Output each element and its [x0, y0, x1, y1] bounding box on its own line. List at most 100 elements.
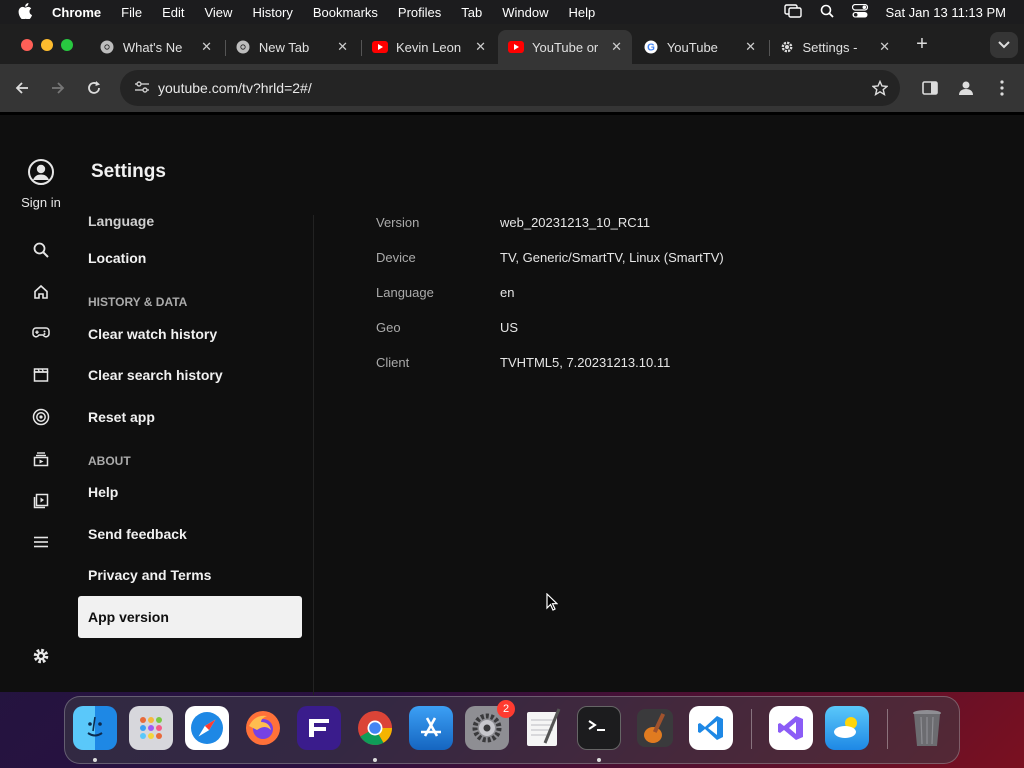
finder-icon[interactable] — [73, 706, 117, 750]
fenix-app-icon[interactable] — [297, 706, 341, 750]
info-row-client: Client TVHTML5, 7.20231213.10.11 — [376, 355, 670, 375]
trash-icon[interactable] — [905, 706, 949, 750]
address-bar[interactable]: youtube.com/tv?hrld=2#/ — [120, 70, 900, 106]
kebab-menu-icon[interactable] — [990, 76, 1014, 100]
menu-file[interactable]: File — [121, 5, 142, 20]
sign-in-label[interactable]: Sign in — [10, 195, 72, 210]
menu-item-help[interactable]: Help — [78, 471, 302, 513]
tab-title: YouTube or — [532, 39, 599, 55]
firefox-icon[interactable] — [241, 706, 285, 750]
close-window-button[interactable] — [21, 39, 33, 51]
weather-icon[interactable] — [825, 706, 869, 750]
section-about: ABOUT — [88, 454, 131, 468]
tab-whats-new[interactable]: What's Ne ✕ — [90, 30, 222, 64]
chrome-icon — [236, 39, 251, 55]
hamburger-menu-icon[interactable] — [26, 527, 56, 557]
menu-profiles[interactable]: Profiles — [398, 5, 441, 20]
tab-title: What's Ne — [122, 39, 183, 55]
apple-icon[interactable] — [18, 2, 38, 22]
tab-search-chevron-icon[interactable] — [990, 32, 1018, 58]
safari-icon[interactable] — [185, 706, 229, 750]
tab-settings[interactable]: Settings - ✕ — [770, 30, 900, 64]
dock-divider — [751, 709, 752, 749]
textedit-icon[interactable] — [521, 706, 565, 750]
close-tab-icon[interactable]: ✕ — [475, 39, 486, 55]
visual-studio-icon[interactable] — [769, 706, 813, 750]
library-playlist-icon[interactable] — [26, 486, 56, 516]
menu-item-clear-watch-history[interactable]: Clear watch history — [78, 313, 302, 355]
menu-edit[interactable]: Edit — [162, 5, 184, 20]
vscode-icon[interactable] — [689, 706, 733, 750]
forward-arrow-icon[interactable] — [46, 76, 70, 100]
menu-item-reset-app[interactable]: Reset app — [78, 396, 302, 438]
menu-tab[interactable]: Tab — [461, 5, 482, 20]
left-rail: Sign in — [0, 115, 82, 695]
subscriptions-icon[interactable] — [26, 444, 56, 474]
mouse-pointer-icon — [546, 592, 559, 616]
control-center-icon[interactable] — [851, 3, 868, 21]
side-panel-icon[interactable] — [918, 76, 942, 100]
menu-history[interactable]: History — [252, 5, 292, 20]
running-indicator — [597, 758, 601, 762]
info-value: TVHTML5, 7.20231213.10.11 — [500, 355, 671, 370]
svg-text:G: G — [648, 43, 656, 54]
spotlight-search-icon[interactable] — [820, 4, 834, 21]
live-broadcast-icon[interactable] — [26, 402, 56, 432]
launchpad-icon[interactable] — [129, 706, 173, 750]
home-icon[interactable] — [26, 277, 56, 307]
menu-help[interactable]: Help — [569, 5, 596, 20]
close-tab-icon[interactable]: ✕ — [745, 39, 756, 55]
movies-clapperboard-icon[interactable] — [26, 360, 56, 390]
menu-app-name[interactable]: Chrome — [52, 5, 101, 20]
back-arrow-icon[interactable] — [10, 76, 34, 100]
terminal-icon[interactable] — [577, 706, 621, 750]
menu-bookmarks[interactable]: Bookmarks — [313, 5, 378, 20]
page-title: Settings — [91, 161, 166, 182]
info-value: US — [500, 320, 519, 335]
close-tab-icon[interactable]: ✕ — [337, 39, 348, 55]
close-tab-icon[interactable]: ✕ — [611, 39, 622, 55]
tab-youtube-tv-active[interactable]: YouTube or ✕ — [498, 30, 632, 64]
account-avatar-icon[interactable] — [26, 157, 56, 187]
chrome-icon — [100, 39, 115, 55]
menu-item-clear-search-history[interactable]: Clear search history — [78, 354, 302, 396]
menu-item-location[interactable]: Location — [78, 237, 302, 279]
screen-mirroring-icon[interactable] — [783, 3, 802, 21]
bookmark-star-icon[interactable] — [868, 76, 892, 100]
settings-gear-icon[interactable] — [26, 641, 56, 671]
section-history-data: HISTORY & DATA — [88, 295, 188, 309]
tab-title: New Tab — [258, 39, 310, 55]
system-settings-icon[interactable]: 2 — [465, 700, 515, 750]
menu-item-privacy-terms[interactable]: Privacy and Terms — [78, 554, 302, 596]
menu-window[interactable]: Window — [502, 5, 548, 20]
search-icon[interactable] — [26, 235, 56, 265]
menu-item-app-version[interactable]: App version — [78, 596, 302, 638]
info-key: Client — [376, 355, 410, 370]
menu-item-language[interactable]: Language — [78, 215, 302, 229]
minimize-window-button[interactable] — [41, 39, 53, 51]
reload-icon[interactable] — [82, 76, 106, 100]
tab-youtube-google[interactable]: G YouTube ✕ — [634, 30, 766, 64]
gaming-controller-icon[interactable] — [26, 318, 56, 348]
menu-item-send-feedback[interactable]: Send feedback — [78, 513, 302, 555]
app-store-icon[interactable] — [409, 706, 453, 750]
menu-bar: Chrome File Edit View History Bookmarks … — [0, 0, 1024, 24]
close-tab-icon[interactable]: ✕ — [879, 39, 890, 55]
running-indicator — [373, 758, 377, 762]
google-chrome-icon[interactable] — [353, 706, 397, 750]
close-tab-icon[interactable]: ✕ — [201, 39, 212, 55]
profile-avatar-icon[interactable] — [954, 76, 978, 100]
tab-new-tab[interactable]: New Tab ✕ — [226, 30, 358, 64]
site-info-icon[interactable] — [134, 80, 154, 97]
url-text[interactable]: youtube.com/tv?hrld=2#/ — [158, 80, 312, 96]
maximize-window-button[interactable] — [61, 39, 73, 51]
clock-datetime[interactable]: Sat Jan 13 11:13 PM — [886, 5, 1006, 20]
tab-kevin-leon[interactable]: Kevin Leon ✕ — [362, 30, 496, 64]
new-tab-plus-icon[interactable]: + — [910, 32, 934, 56]
info-key: Version — [376, 215, 420, 230]
dock: 2 — [64, 696, 960, 764]
tab-title: YouTube — [666, 39, 718, 55]
garageband-icon[interactable] — [633, 706, 677, 750]
browser-toolbar: youtube.com/tv?hrld=2#/ — [0, 64, 1024, 112]
menu-view[interactable]: View — [204, 5, 232, 20]
